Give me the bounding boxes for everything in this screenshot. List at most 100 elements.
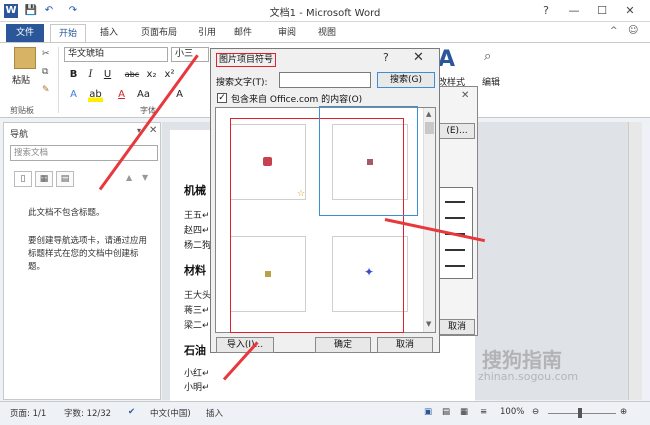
nav-search-input[interactable]: 搜索文档 (10, 145, 158, 161)
nav-close-icon[interactable]: ✕ (149, 125, 157, 136)
doc-line: 蒋三↵ (184, 306, 210, 316)
tab-home[interactable]: 开始 (50, 24, 86, 42)
zoom-in-icon[interactable]: ⊕ (620, 407, 627, 417)
doc-line: 梁二↵ (184, 321, 210, 331)
zoom-level[interactable]: 100% (500, 407, 524, 417)
dialog-close-icon[interactable]: ✕ (413, 50, 424, 65)
tab-file[interactable]: 文件 (6, 24, 44, 42)
superscript-button[interactable]: x² (162, 67, 177, 82)
watermark-text: 搜狗指南 (482, 348, 562, 372)
read-mode-icon[interactable]: ▤ (442, 407, 450, 417)
gallery-scrollbar[interactable]: ▲ ▼ (423, 108, 435, 332)
tab-references[interactable]: 引用 (192, 24, 222, 42)
preview-line (445, 217, 465, 219)
print-layout-icon[interactable]: ▣ (424, 407, 432, 417)
preview-line (445, 249, 465, 251)
bold-button[interactable]: B (66, 67, 81, 82)
paste-label: 粘贴 (12, 76, 31, 86)
doc-line: 小红↵ (184, 369, 210, 379)
include-office-label[interactable]: 包含来自 Office.com 的内容(O) (231, 92, 362, 105)
tab-review[interactable]: 审阅 (272, 24, 302, 42)
ok-button[interactable]: 确定 (315, 337, 371, 353)
vertical-scrollbar[interactable] (628, 122, 642, 400)
minimize-icon[interactable]: — (560, 2, 588, 20)
nav-tab-pages[interactable]: ▦ (35, 171, 53, 187)
change-case-icon[interactable]: Aa (136, 87, 151, 102)
dialog-help-icon[interactable]: ? (383, 51, 389, 64)
page-count[interactable]: 页面: 1/1 (10, 407, 46, 419)
search-text-label: 搜索文字(T): (216, 78, 268, 88)
help-icon[interactable]: ? (532, 2, 560, 20)
highlight-icon[interactable]: ab (88, 87, 103, 102)
zoom-slider[interactable] (548, 413, 616, 414)
nav-down-icon[interactable]: ▼ (142, 173, 148, 182)
selected-bullet-highlight (319, 106, 418, 216)
save-icon[interactable]: 💾 (24, 4, 38, 18)
dialog-title: 图片项目符号 (216, 53, 277, 67)
tab-mailings[interactable]: 邮件 (228, 24, 258, 42)
nav-tab-results[interactable]: ▤ (56, 171, 74, 187)
close-window-icon[interactable]: ✕ (616, 2, 644, 20)
behind-close-icon[interactable]: ✕ (461, 90, 469, 101)
nav-message-hint: 要创建导航选项卡，请通过应用标题样式在您的文档中创建标题。 (28, 236, 148, 272)
doc-line: 王五↵ (184, 211, 210, 221)
nav-up-icon[interactable]: ▲ (126, 173, 132, 182)
doc-line: 杨二狗 (184, 241, 212, 251)
zoom-slider-thumb[interactable] (578, 408, 582, 418)
doc-line: 赵四↵ (184, 226, 210, 236)
proofing-icon[interactable]: ✔ (128, 407, 135, 417)
redo-icon[interactable]: ↷ (66, 4, 80, 18)
find-icon[interactable]: ⌕ (484, 49, 491, 64)
navigation-pane: 导航 ▾ ✕ 搜索文档 ▯ ▦ ▤ ▲ ▼ 此文档不包含标题。 要创建导航选项卡… (3, 122, 161, 400)
paste-icon[interactable] (14, 47, 36, 69)
edit-group-label[interactable]: 编辑 (482, 75, 500, 88)
text-effects-icon[interactable]: A (66, 87, 81, 102)
search-text-input[interactable] (279, 72, 371, 88)
doc-line: 王大头 (184, 291, 212, 301)
title-bar: W 💾 ↶ ↷ 文档1 - Microsoft Word ? — ☐ ✕ (0, 0, 650, 22)
strikethrough-button[interactable]: abc (122, 67, 142, 82)
scroll-thumb[interactable] (425, 122, 434, 134)
scroll-down-icon[interactable]: ▼ (426, 320, 431, 328)
outline-icon[interactable]: ≡ (480, 407, 487, 417)
cut-icon[interactable]: ✂ (42, 49, 50, 59)
behind-button[interactable]: (E)... (439, 123, 475, 139)
nav-tab-headings[interactable]: ▯ (14, 171, 32, 187)
search-button[interactable]: 搜索(G) (377, 72, 435, 88)
undo-icon[interactable]: ↶ (42, 4, 56, 18)
scroll-up-icon[interactable]: ▲ (426, 110, 431, 118)
collapse-ribbon-icon[interactable]: ^ (610, 26, 618, 36)
font-color-icon[interactable]: A (114, 87, 129, 102)
word-count[interactable]: 字数: 12/32 (64, 407, 111, 419)
nav-title: 导航 (10, 130, 29, 140)
maximize-icon[interactable]: ☐ (588, 2, 616, 20)
zoom-out-icon[interactable]: ⊖ (532, 407, 539, 417)
font-size-select[interactable]: 小三 (171, 47, 209, 62)
tab-view[interactable]: 视图 (312, 24, 342, 42)
behind-cancel-button[interactable]: 取消 (439, 319, 475, 335)
preview-line (445, 201, 465, 203)
web-layout-icon[interactable]: ▦ (460, 407, 468, 417)
doc-line: 小明↵ (184, 383, 210, 393)
insert-mode[interactable]: 插入 (206, 407, 223, 419)
preview-line (445, 265, 465, 267)
tab-page-layout[interactable]: 页面布局 (132, 24, 186, 42)
styles-icon[interactable]: A (438, 47, 455, 72)
include-office-checkbox[interactable]: ✓ (217, 93, 227, 103)
format-painter-icon[interactable]: ✎ (42, 85, 50, 95)
clipboard-group-label: 剪贴板 (10, 106, 34, 115)
tab-insert[interactable]: 插入 (92, 24, 126, 42)
underline-button[interactable]: U (100, 67, 115, 82)
font-name-select[interactable]: 华文琥珀 (64, 47, 168, 62)
word-logo-icon: W (4, 4, 18, 18)
subscript-button[interactable]: x₂ (144, 67, 159, 82)
doc-heading-2: 材料 (184, 264, 206, 277)
smiley-icon[interactable]: ☺ (628, 25, 638, 36)
import-button[interactable]: 导入(I)... (216, 337, 274, 353)
copy-icon[interactable]: ⧉ (42, 67, 48, 77)
watermark-url: zhinan.sogou.com (478, 370, 579, 383)
language-indicator[interactable]: 中文(中国) (150, 407, 191, 419)
doc-heading-1: 机械 (184, 184, 206, 197)
cancel-button[interactable]: 取消 (377, 337, 433, 353)
italic-button[interactable]: I (83, 67, 98, 82)
